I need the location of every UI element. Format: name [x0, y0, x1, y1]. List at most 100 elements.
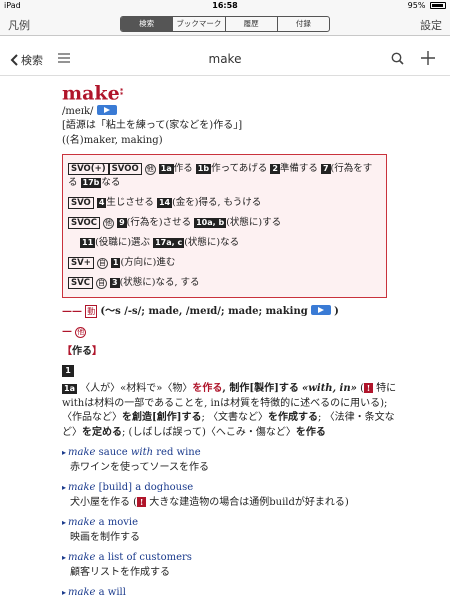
pattern-tag[interactable]: SVO(+) — [68, 163, 109, 176]
note-icon: ! — [363, 383, 373, 394]
sense-ref[interactable]: 9 — [117, 218, 127, 229]
sense-ref[interactable]: 17b — [80, 178, 102, 189]
sense-ref[interactable]: 11 — [80, 238, 96, 249]
bracket-open: 【 — [62, 346, 72, 358]
mode-segmented-control: 検索 ブックマーク 履歴 付録 — [120, 16, 330, 32]
example: ▸ make a list of customers 顧客リストを作成する — [62, 551, 397, 580]
example-translation: 赤ワインを使ってソースを作る — [70, 461, 209, 473]
section-title: 作る — [72, 346, 92, 358]
example-text: a will — [95, 587, 126, 599]
headword-line: make⁑ — [62, 82, 397, 105]
example-text: sauce — [95, 447, 131, 459]
pattern-text: (方向に)進む — [120, 257, 176, 269]
tab-bookmark[interactable]: ブックマーク — [172, 17, 224, 31]
sense-ref[interactable]: 7 — [320, 164, 331, 175]
example-translation: 映画を制作する — [70, 531, 140, 543]
example-en: ▸ make a movie — [62, 516, 397, 531]
entry-navbar: 検索 make — [0, 44, 450, 76]
example-en: ▸ make a list of customers — [62, 551, 397, 566]
chevron-left-icon — [10, 54, 18, 66]
entry-content: make⁑ /meɪk/ [語源は「粘土を練って(家などを)作る」] ((名)m… — [62, 82, 397, 600]
def-text-bold: を創造[創作]する — [122, 412, 202, 424]
def-text-bold: を定める — [82, 426, 122, 438]
pattern-tag[interactable]: SVO — [68, 197, 94, 210]
pattern-text: (行為を)させる — [126, 217, 192, 229]
example: ▸ make a will — [62, 586, 397, 600]
pronunciation-line: /meɪk/ — [62, 104, 397, 120]
bullet-arrow-icon: ▸ — [62, 588, 67, 598]
inflection-close: ) — [334, 306, 339, 318]
pattern-tag[interactable]: SVC — [68, 277, 93, 290]
example-keyword: make — [68, 552, 96, 564]
example-translation-line: 犬小屋を作る (! 大きな建造物の場合は通例buildが好まれる) — [62, 496, 397, 511]
bracket-close: 】 — [92, 346, 102, 358]
pattern-row: SV+ 自 1 (方向に)進む — [68, 253, 381, 273]
top-toolbar: 凡例 検索 ブックマーク 履歴 付録 設定 — [0, 12, 450, 36]
pattern-row: SVO(+) SVOO 他 1a 作る 1b 作ってあげる 2 準備する 7 (行為をする… — [68, 159, 381, 193]
pattern-tag[interactable]: SVOO — [108, 163, 142, 176]
inflection-forms: (〜s /-s/; made, /meɪd/; made; making — [100, 306, 308, 318]
note-icon: ! — [137, 496, 147, 507]
def-text-bold: を作る — [295, 426, 326, 438]
sense-ref[interactable]: 3 — [110, 278, 120, 289]
transitive-line: — 他 — [62, 325, 397, 340]
clock: 16:58 — [212, 1, 238, 10]
bullet-arrow-icon: ▸ — [62, 448, 67, 458]
sense-ref[interactable]: 4 — [96, 198, 107, 209]
example-en: ▸ make sauce with red wine — [62, 446, 397, 461]
sense-ref[interactable]: 1a — [158, 164, 174, 175]
def-text-bold: を作成する — [268, 412, 319, 424]
sense-ref[interactable]: 10a, b — [194, 218, 227, 229]
pattern-text: (役職に)選ぶ — [95, 237, 151, 249]
pattern-tag[interactable]: SVOC — [68, 217, 101, 230]
example-en: ▸ make [build] a doghouse — [62, 481, 397, 496]
pronunciation: /meɪk/ — [62, 105, 94, 117]
example-translation: 顧客リストを作成する — [70, 566, 170, 578]
sense-ref[interactable]: 2 — [270, 164, 280, 175]
bullet-arrow-icon: ▸ — [62, 553, 67, 563]
pattern-tag[interactable]: SV+ — [68, 257, 94, 270]
status-bar: iPad 16:58 95% — [0, 0, 450, 12]
bullet-arrow-icon: ▸ — [62, 518, 67, 528]
tab-history[interactable]: 履歴 — [224, 17, 277, 31]
example-keyword: make — [68, 447, 96, 459]
audio-play-button[interactable] — [310, 305, 331, 316]
tab-appendix[interactable]: 付録 — [276, 17, 329, 31]
pos-label: 動 — [85, 305, 98, 319]
sub-sense-number: 1a — [62, 384, 77, 395]
sense-number: 1 — [62, 364, 74, 377]
pattern-text: なる — [101, 177, 121, 189]
example: ▸ make [build] a doghouse 犬小屋を作る (! 大きな建造… — [62, 481, 397, 510]
settings-button[interactable]: 設定 — [420, 17, 442, 33]
sense-ref[interactable]: 17a, c — [153, 238, 185, 249]
inflection-line: —— 動 (〜s /-s/; made, /meɪd/; made; makin… — [62, 305, 397, 320]
pattern-text: (状態に)なる — [184, 237, 240, 249]
pattern-row: 11 (役職に)選ぶ 17a, c (状態に)なる — [68, 233, 381, 253]
pattern-row: SVO 4 生じさせる 14 (金を)得る, もうける — [68, 193, 381, 213]
pattern-text: (金を)得る, もうける — [172, 197, 262, 209]
def-keyword: を作る — [192, 383, 223, 395]
headword-mark: ⁑ — [119, 87, 124, 97]
add-icon[interactable] — [420, 50, 436, 66]
legend-button[interactable]: 凡例 — [8, 17, 30, 33]
pattern-text: (状態に)なる, する — [119, 277, 200, 289]
def-text: ; (しばしば誤って)〈へこみ・傷など〉 — [122, 426, 296, 438]
sense-ref[interactable]: 14 — [156, 198, 173, 209]
tab-search[interactable]: 検索 — [121, 17, 173, 31]
example: ▸ make sauce with red wine 赤ワインを使ってソースを作る — [62, 446, 397, 475]
sense-ref[interactable]: 1b — [195, 164, 212, 175]
transitive-marker: 他 — [75, 326, 87, 338]
back-button[interactable]: 検索 — [10, 52, 43, 68]
pattern-text: 作ってあげる — [211, 163, 268, 175]
pattern-text: 作る — [173, 163, 193, 175]
battery-icon — [430, 2, 446, 9]
search-icon[interactable] — [391, 52, 404, 65]
menu-icon[interactable] — [58, 53, 70, 63]
def-text: ; 〈文書など〉 — [201, 412, 269, 424]
audio-play-button[interactable] — [96, 104, 117, 115]
def-text: 〈人が〉«材料で»〈物〉 — [80, 383, 193, 395]
sentence-pattern-box: SVO(+) SVOO 他 1a 作る 1b 作ってあげる 2 準備する 7 (行為をする… — [62, 154, 387, 299]
pos-circle: 他 — [103, 218, 115, 230]
pos-circle: 自 — [96, 258, 108, 270]
sense-number-line: 1 — [62, 364, 397, 379]
